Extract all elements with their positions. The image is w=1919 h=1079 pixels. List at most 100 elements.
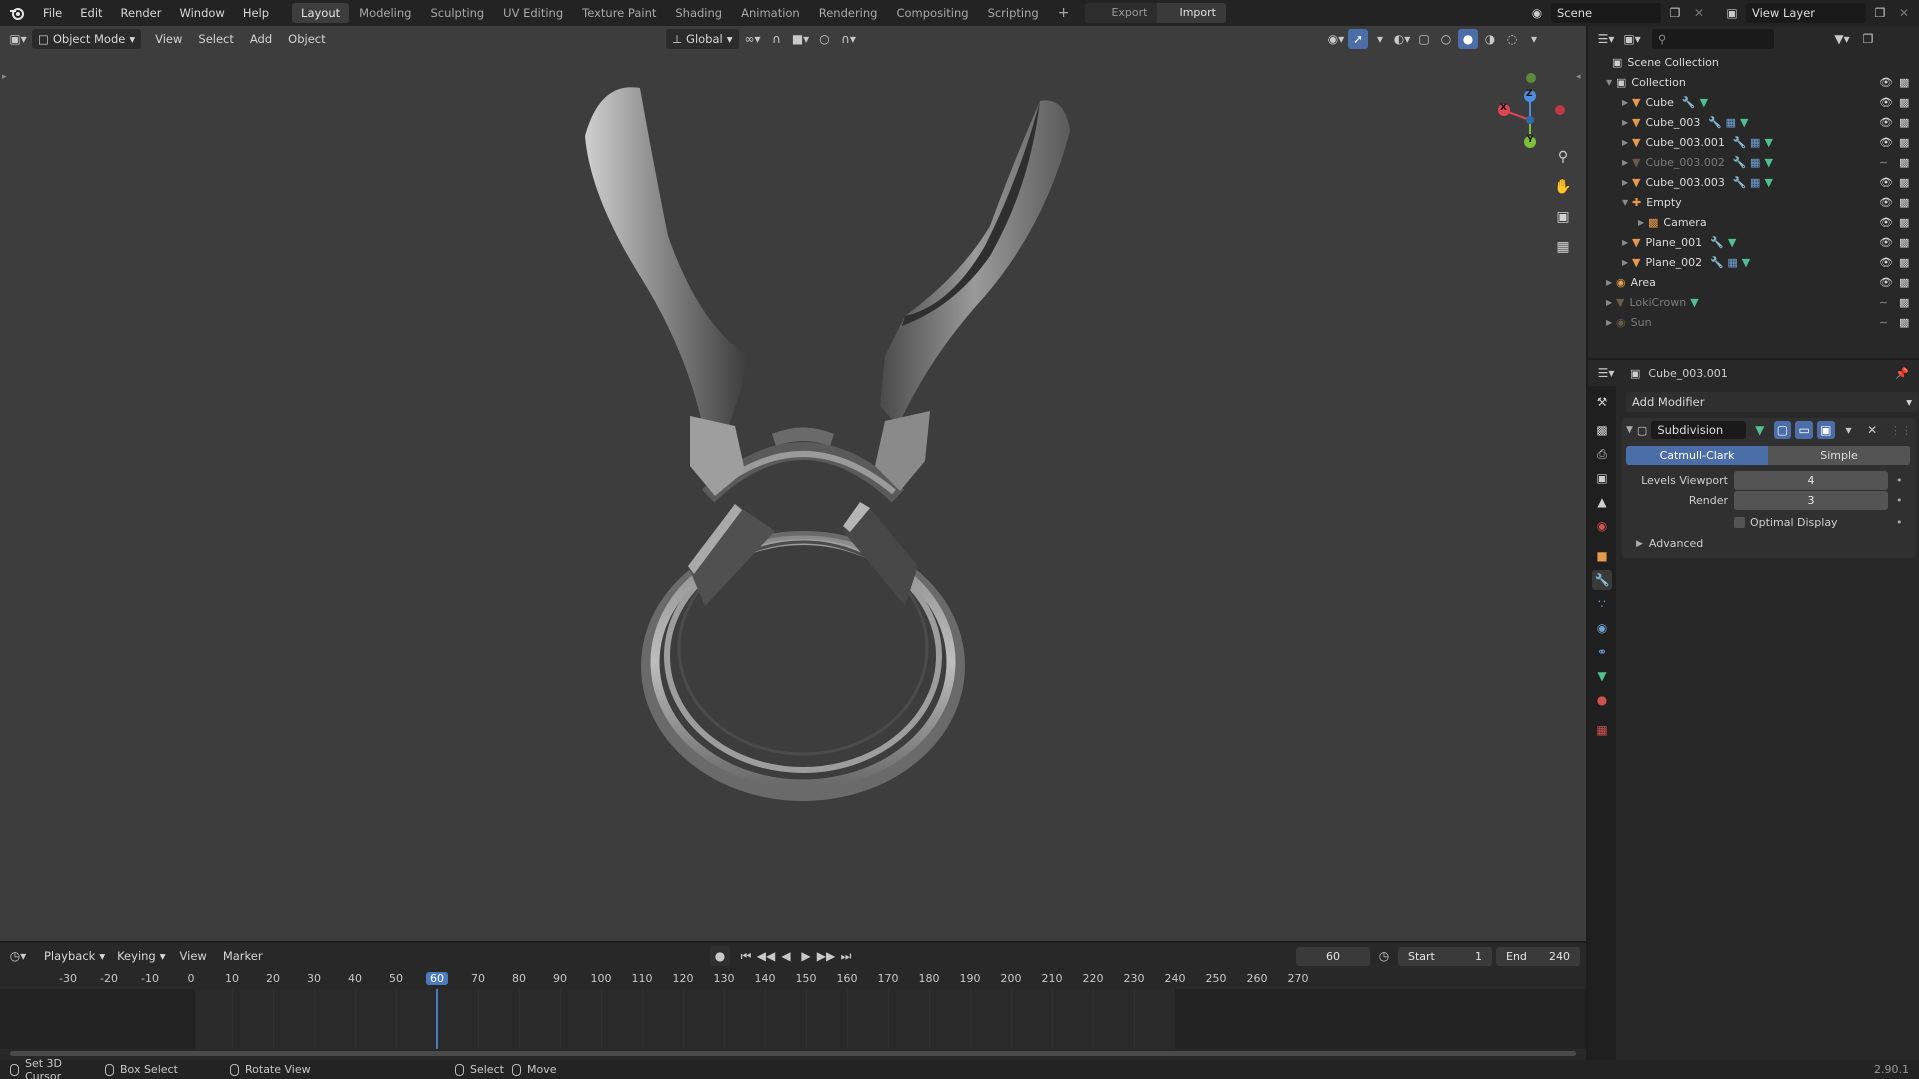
modifier-icon[interactable]: 🔧: [1682, 96, 1696, 109]
properties-editor-icon[interactable]: ☰▾: [1596, 363, 1616, 383]
render-camera-icon[interactable]: ▩: [1899, 236, 1909, 249]
keyframe-dot-icon[interactable]: •: [1896, 494, 1903, 507]
3d-viewport[interactable]: ▣▾ □ Object Mode ▾ View Select Add Objec…: [0, 26, 1586, 941]
timeline-menu-marker[interactable]: Marker: [215, 949, 271, 963]
jump-keyframe-back-icon[interactable]: ◀◀: [756, 946, 776, 966]
object-tab-icon[interactable]: ■: [1592, 546, 1612, 566]
menu-file[interactable]: File: [34, 0, 71, 26]
outliner-row-cube-003-001[interactable]: ▶ ▼ Cube_003.001 🔧 ▦ ▼ 👁 ▩: [1588, 132, 1919, 152]
scene-icon[interactable]: ◉: [1527, 3, 1547, 23]
outliner-editor-icon[interactable]: ☰▾: [1596, 29, 1616, 49]
modifier-name-field[interactable]: Subdivision: [1651, 421, 1746, 439]
expand-arrow-icon[interactable]: ▶: [1638, 218, 1648, 227]
preview-range-icon[interactable]: ◷: [1374, 946, 1394, 966]
render-camera-icon[interactable]: ▩: [1899, 296, 1909, 309]
record-icon[interactable]: ●: [710, 946, 730, 966]
expand-arrow-icon[interactable]: ▶: [1622, 158, 1632, 167]
view-layer-icon[interactable]: ▣: [1722, 3, 1742, 23]
mesh-data-icon[interactable]: ▼: [1728, 236, 1736, 249]
jump-start-icon[interactable]: ⏮: [736, 946, 756, 966]
expand-arrow-icon[interactable]: ▶: [1622, 98, 1632, 107]
timeline-track-area[interactable]: [0, 989, 1586, 1049]
render-levels-field[interactable]: 3: [1734, 491, 1888, 510]
view-layer-selector[interactable]: View Layer: [1746, 3, 1866, 23]
timeline-editor-icon[interactable]: ◷▾: [8, 946, 28, 966]
current-frame-field[interactable]: 60: [1296, 946, 1370, 966]
import-button[interactable]: Import: [1157, 3, 1226, 23]
keyframe-dot-icon[interactable]: •: [1896, 516, 1903, 529]
remove-modifier-icon[interactable]: ✕: [1862, 420, 1882, 440]
render-camera-icon[interactable]: ▩: [1899, 216, 1909, 229]
outliner-row-cube-003-002[interactable]: ▶ ▼ Cube_003.002 🔧 ▦ ▼ ∼ ▩: [1588, 152, 1919, 172]
tab-layout[interactable]: Layout: [292, 3, 350, 23]
outliner-row-scene-collection[interactable]: ▣ Scene Collection: [1588, 52, 1919, 72]
modifier-icon[interactable]: 🔧: [1710, 236, 1724, 249]
tab-sculpting[interactable]: Sculpting: [421, 3, 493, 23]
tab-uv-editing[interactable]: UV Editing: [494, 3, 572, 23]
modifier-menu-icon[interactable]: ▾: [1839, 420, 1859, 440]
perspective-grid-icon[interactable]: ▦: [1550, 234, 1576, 260]
new-collection-icon[interactable]: ❐: [1858, 29, 1878, 49]
timeline-menu-view[interactable]: View: [172, 949, 215, 963]
cage-toggle-icon[interactable]: ▢: [1773, 421, 1792, 439]
mesh-data-icon[interactable]: ▼: [1764, 136, 1772, 149]
tab-scripting[interactable]: Scripting: [979, 3, 1048, 23]
constraints-tab-icon[interactable]: ⚭: [1592, 642, 1612, 662]
texture-tab-icon[interactable]: ▦: [1592, 720, 1612, 740]
modifier-icon[interactable]: 🔧 ▦: [1733, 176, 1761, 189]
drag-handle-icon[interactable]: ⋮⋮: [1890, 424, 1912, 437]
mesh-data-icon[interactable]: ▼: [1764, 176, 1772, 189]
optimal-display-checkbox[interactable]: [1734, 517, 1745, 528]
mesh-data-icon[interactable]: ▼: [1690, 296, 1698, 309]
mesh-data-icon[interactable]: ▼: [1764, 156, 1772, 169]
start-frame-field[interactable]: Start 1: [1398, 946, 1492, 966]
playback-menu[interactable]: Playback ▾: [38, 946, 111, 966]
view-layer-tab-icon[interactable]: ▣: [1592, 468, 1612, 488]
modifier-icon[interactable]: 🔧 ▦: [1733, 136, 1761, 149]
sidebar-toggle-icon[interactable]: ◂: [1576, 72, 1581, 82]
toolbar-toggle-icon[interactable]: ▸: [2, 72, 7, 82]
expand-arrow-icon[interactable]: ▶: [1622, 118, 1632, 127]
tab-animation[interactable]: Animation: [732, 3, 809, 23]
render-camera-icon[interactable]: ▩: [1899, 96, 1909, 109]
eye-closed-icon[interactable]: ∼: [1879, 296, 1888, 309]
expand-arrow-icon[interactable]: ▶: [1622, 178, 1632, 187]
mesh-data-icon[interactable]: ▼: [1700, 96, 1708, 109]
outliner-row-camera[interactable]: ▶ ▩ Camera 👁 ▩: [1588, 212, 1919, 232]
blender-logo-icon[interactable]: [0, 5, 34, 21]
expand-arrow-icon[interactable]: ▶: [1606, 318, 1616, 327]
play-reverse-icon[interactable]: ◀: [776, 946, 796, 966]
scene-selector[interactable]: Scene: [1551, 3, 1661, 23]
playhead[interactable]: [436, 989, 438, 1049]
catmull-clark-button[interactable]: Catmull-Clark: [1626, 446, 1768, 465]
menu-render[interactable]: Render: [112, 0, 171, 26]
render-camera-icon[interactable]: ▩: [1899, 196, 1909, 209]
expand-arrow-icon[interactable]: ▼: [1606, 78, 1616, 87]
outliner-row-area[interactable]: ▶ ◉ Area 👁 ▩: [1588, 272, 1919, 292]
expand-arrow-icon[interactable]: ▶: [1622, 138, 1632, 147]
camera-view-icon[interactable]: ▣: [1550, 204, 1576, 230]
render-camera-icon[interactable]: ▩: [1899, 156, 1909, 169]
eye-icon[interactable]: 👁: [1879, 256, 1893, 269]
eye-icon[interactable]: 👁: [1879, 196, 1893, 209]
eye-icon[interactable]: 👁: [1879, 116, 1893, 129]
display-mode-icon[interactable]: ▣▾: [1622, 29, 1642, 49]
world-tab-icon[interactable]: ◉: [1592, 516, 1612, 536]
output-tab-icon[interactable]: ⎙: [1592, 444, 1612, 464]
jump-keyframe-forward-icon[interactable]: ▶▶: [816, 946, 836, 966]
delete-view-layer-icon[interactable]: ✕: [1894, 3, 1914, 23]
tab-compositing[interactable]: Compositing: [887, 3, 977, 23]
outliner-search-input[interactable]: ⚲: [1652, 29, 1774, 49]
menu-window[interactable]: Window: [170, 0, 233, 26]
viewport-toggle-icon[interactable]: ▭: [1795, 421, 1813, 439]
tab-modeling[interactable]: Modeling: [350, 3, 420, 23]
eye-icon[interactable]: 👁: [1879, 216, 1893, 229]
modifier-icon[interactable]: 🔧 ▦: [1708, 116, 1736, 129]
particles-tab-icon[interactable]: ∵: [1592, 594, 1612, 614]
levels-viewport-field[interactable]: 4: [1734, 471, 1888, 490]
render-camera-icon[interactable]: ▩: [1899, 276, 1909, 289]
outliner-row-plane-001[interactable]: ▶ ▼ Plane_001 🔧 ▼ 👁 ▩: [1588, 232, 1919, 252]
outliner-row-lokicrown[interactable]: ▶ ▼ LokiCrown ▼ ∼ ▩: [1588, 292, 1919, 312]
add-workspace-button[interactable]: +: [1049, 3, 1079, 23]
outliner-row-plane-002[interactable]: ▶ ▼ Plane_002 🔧 ▦ ▼ 👁 ▩: [1588, 252, 1919, 272]
